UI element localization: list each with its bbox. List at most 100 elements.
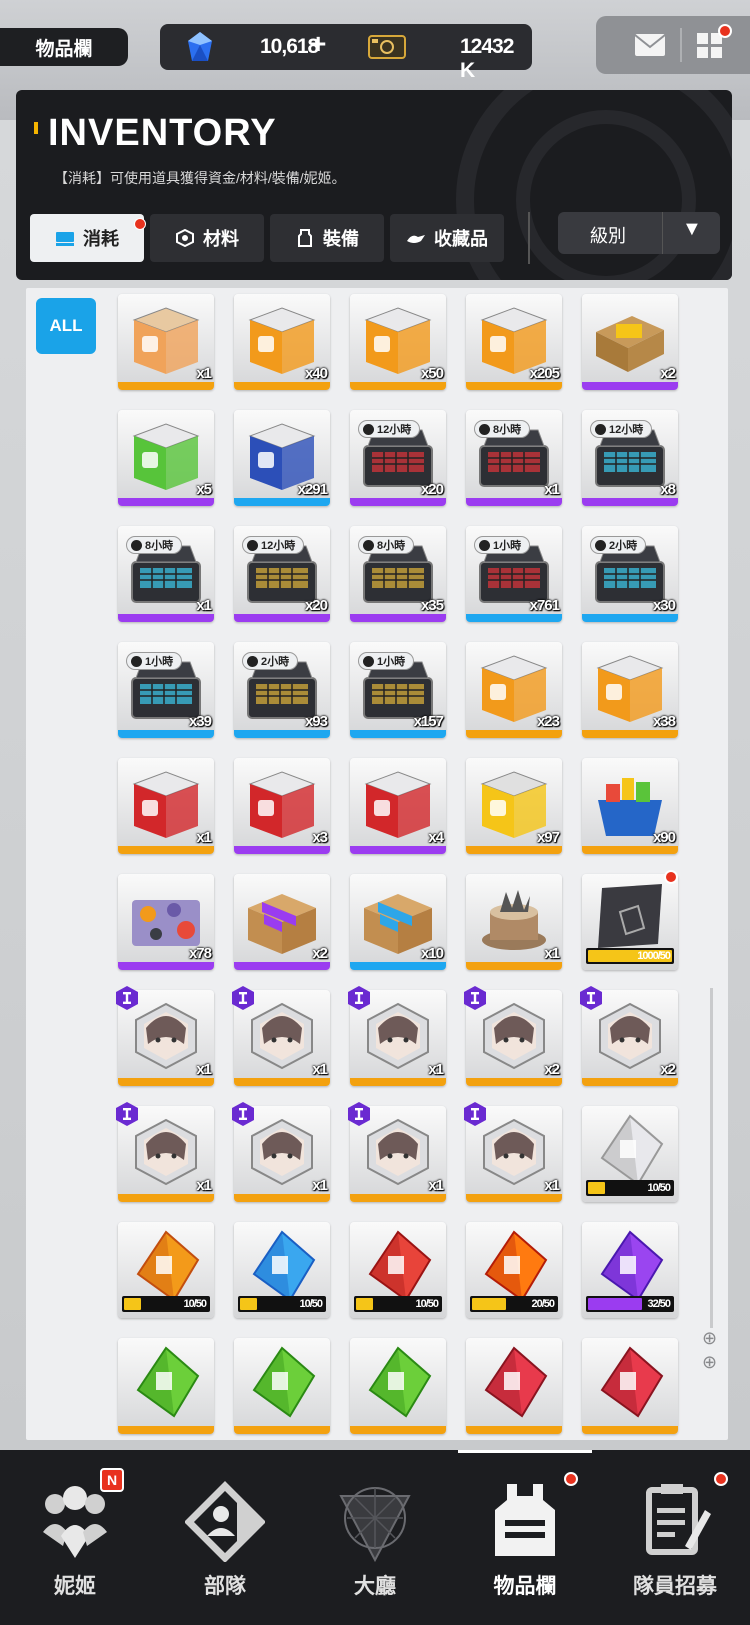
inventory-item[interactable]: x291: [234, 410, 330, 506]
inventory-item[interactable]: x2: [234, 874, 330, 970]
nav-item-lobby[interactable]: 大廳: [300, 1450, 450, 1625]
item-quantity: x20: [420, 481, 444, 498]
inventory-item[interactable]: x1: [118, 294, 214, 390]
timer-badge: 8小時: [474, 420, 531, 438]
inventory-item[interactable]: x40: [234, 294, 330, 390]
inventory-item[interactable]: [466, 1338, 562, 1434]
inventory-item[interactable]: 12小時 x8: [582, 410, 678, 506]
inventory-item[interactable]: x1: [466, 874, 562, 970]
inventory-item[interactable]: 8小時 x1: [466, 410, 562, 506]
inventory-item[interactable]: 1小時 x157: [350, 642, 446, 738]
inventory-item[interactable]: x3: [234, 758, 330, 854]
item-icon: [483, 1118, 545, 1186]
inventory-item[interactable]: 1小時 x39: [118, 642, 214, 738]
inventory-item[interactable]: 20/50: [466, 1222, 562, 1318]
expand-icon[interactable]: ⊕: [702, 1352, 717, 1373]
rarity-bar: [234, 1078, 330, 1086]
item-quantity: x40: [304, 365, 328, 382]
inventory-item[interactable]: 10/50: [234, 1222, 330, 1318]
rarity-bar: [466, 1078, 562, 1086]
timer-badge: 12小時: [358, 420, 421, 438]
divider: [662, 212, 663, 254]
inventory-item[interactable]: [118, 1338, 214, 1434]
item-icon: [136, 1346, 200, 1418]
inventory-item[interactable]: x90: [582, 758, 678, 854]
rarity-bar: [350, 614, 446, 622]
inventory-item[interactable]: x5: [118, 410, 214, 506]
clock-icon: [595, 423, 606, 435]
inventory-item[interactable]: x4: [350, 758, 446, 854]
timer-label: 1小時: [493, 540, 522, 552]
item-quantity: x157: [413, 713, 444, 730]
timer-label: 8小時: [145, 540, 174, 552]
item-icon: [132, 423, 200, 490]
sort-dropdown[interactable]: 級別 ▼: [558, 212, 720, 254]
tab-equipment[interactable]: 裝備: [270, 214, 384, 262]
inventory-item[interactable]: x1: [118, 758, 214, 854]
clock-icon: [363, 423, 374, 435]
timer-label: 2小時: [261, 656, 290, 668]
expand-icon[interactable]: ⊕: [702, 1328, 717, 1349]
inventory-item[interactable]: [234, 1338, 330, 1434]
inventory-item[interactable]: x38: [582, 642, 678, 738]
timer-label: 12小時: [261, 540, 296, 552]
rarity-bar: [582, 614, 678, 622]
inventory-item[interactable]: [350, 1338, 446, 1434]
equipment-icon: [298, 229, 312, 247]
item-quantity: x1: [196, 1177, 212, 1194]
mail-icon[interactable]: [634, 33, 666, 57]
timer-label: 12小時: [377, 424, 412, 436]
rarity-bar: [234, 614, 330, 622]
inventory-item[interactable]: x97: [466, 758, 562, 854]
inventory-item[interactable]: x23: [466, 642, 562, 738]
tab-collectibles[interactable]: 收藏品: [390, 214, 504, 262]
item-icon: [596, 316, 664, 372]
inventory-item[interactable]: 10/50: [118, 1222, 214, 1318]
tab-consumables[interactable]: 消耗: [30, 214, 146, 262]
inventory-item[interactable]: x10: [350, 874, 446, 970]
inventory-item[interactable]: 8小時 x1: [118, 526, 214, 622]
clock-icon: [479, 539, 490, 551]
item-quantity: x1: [544, 481, 560, 498]
nav-item-nikke[interactable]: N 妮姬: [0, 1450, 150, 1625]
inventory-item[interactable]: 1000/50: [582, 874, 678, 970]
timer-label: 1小時: [377, 656, 406, 668]
item-quantity: x1: [196, 365, 212, 382]
nav-item-inventory[interactable]: 物品欄: [450, 1450, 600, 1625]
progress-bar: 32/50: [586, 1296, 674, 1312]
inventory-item[interactable]: 8小時 x35: [350, 526, 446, 622]
item-quantity: x78: [188, 945, 212, 962]
inventory-item[interactable]: 10/50: [582, 1106, 678, 1202]
nav-label: 部隊: [204, 1575, 246, 1598]
top-bar: 物品欄 10,618 + 12432 K: [0, 0, 750, 90]
material-icon: [176, 229, 194, 247]
active-indicator: [458, 1450, 592, 1453]
item-icon: [364, 771, 432, 838]
inventory-item[interactable]: 2小時 x30: [582, 526, 678, 622]
inventory-item[interactable]: [582, 1338, 678, 1434]
add-gems-button[interactable]: +: [310, 28, 326, 60]
dropdown-arrow-icon: ▼: [682, 218, 702, 240]
inventory-item[interactable]: x50: [350, 294, 446, 390]
nav-item-recruit[interactable]: 隊員招募: [600, 1450, 750, 1625]
lobby-icon: [339, 1487, 411, 1562]
inventory-item[interactable]: 12小時 x20: [350, 410, 446, 506]
scrollbar[interactable]: [710, 988, 713, 1328]
filter-all-button[interactable]: ALL: [36, 298, 96, 354]
item-grid-panel[interactable]: ALL x1 x40 x50 x205 x2 x5 x291 12小時 x20 8小時 x1 12小時…: [26, 288, 728, 1440]
page-title: INVENTORY: [48, 112, 277, 154]
inventory-item[interactable]: 10/50: [350, 1222, 446, 1318]
tab-label: 材料: [203, 229, 239, 249]
inventory-item[interactable]: x205: [466, 294, 562, 390]
item-quantity: x1: [544, 945, 560, 962]
item-quantity: x1: [544, 1177, 560, 1194]
inventory-item[interactable]: 32/50: [582, 1222, 678, 1318]
inventory-item[interactable]: x2: [582, 294, 678, 390]
inventory-item[interactable]: x78: [118, 874, 214, 970]
inventory-item[interactable]: 1小時 x761: [466, 526, 562, 622]
inventory-item[interactable]: 12小時 x20: [234, 526, 330, 622]
inventory-item[interactable]: 2小時 x93: [234, 642, 330, 738]
item-icon: [483, 1002, 545, 1070]
nav-item-squad[interactable]: 部隊: [150, 1450, 300, 1625]
tab-materials[interactable]: 材料: [150, 214, 264, 262]
